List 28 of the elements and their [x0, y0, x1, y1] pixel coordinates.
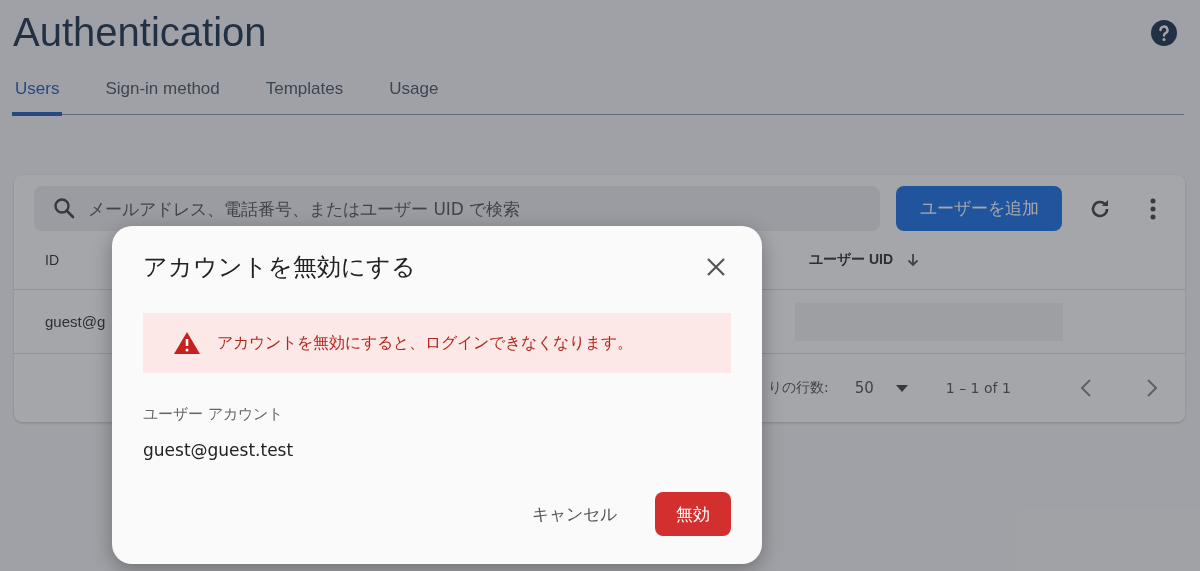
tab[interactable]: Users — [12, 75, 63, 116]
sort-arrow-icon[interactable] — [907, 253, 919, 267]
add-user-button[interactable]: ユーザーを追加 — [896, 186, 1062, 231]
dialog-title: アカウントを無効にする — [143, 252, 416, 283]
tab[interactable]: Templates — [242, 75, 367, 116]
search-icon — [52, 196, 76, 220]
warning-text: アカウントを無効にすると、ログインできなくなります。 — [217, 332, 633, 354]
close-icon[interactable] — [707, 258, 725, 276]
table-cell: guest@g — [45, 313, 106, 330]
previous-page-icon[interactable] — [1080, 379, 1091, 397]
field-label: ユーザー アカウント — [143, 405, 284, 424]
field-value: guest@guest.test — [143, 440, 295, 460]
next-page-icon[interactable] — [1146, 379, 1157, 397]
help-icon[interactable] — [1151, 19, 1177, 46]
page-range: 1 – 1 of 1 — [945, 380, 1011, 396]
cancel-button[interactable]: キャンセル — [526, 501, 623, 527]
rows-per-page-label: りの行数: — [768, 379, 829, 397]
page-title: Authentication — [13, 10, 267, 55]
tab[interactable]: Usage — [366, 75, 462, 116]
column-header: ID — [45, 252, 59, 268]
rows-per-page-select[interactable]: 50 — [854, 379, 908, 397]
column-header[interactable]: ユーザー UID — [809, 251, 893, 269]
tab[interactable]: Sign-in method — [82, 75, 243, 116]
caret-icon[interactable] — [895, 384, 908, 392]
warning-icon — [173, 331, 201, 355]
search-field[interactable]: メールアドレス、電話番号、またはユーザー UID で検索 — [34, 186, 880, 231]
more-icon[interactable] — [1150, 197, 1156, 220]
disable-button[interactable]: 無効 — [655, 492, 731, 536]
